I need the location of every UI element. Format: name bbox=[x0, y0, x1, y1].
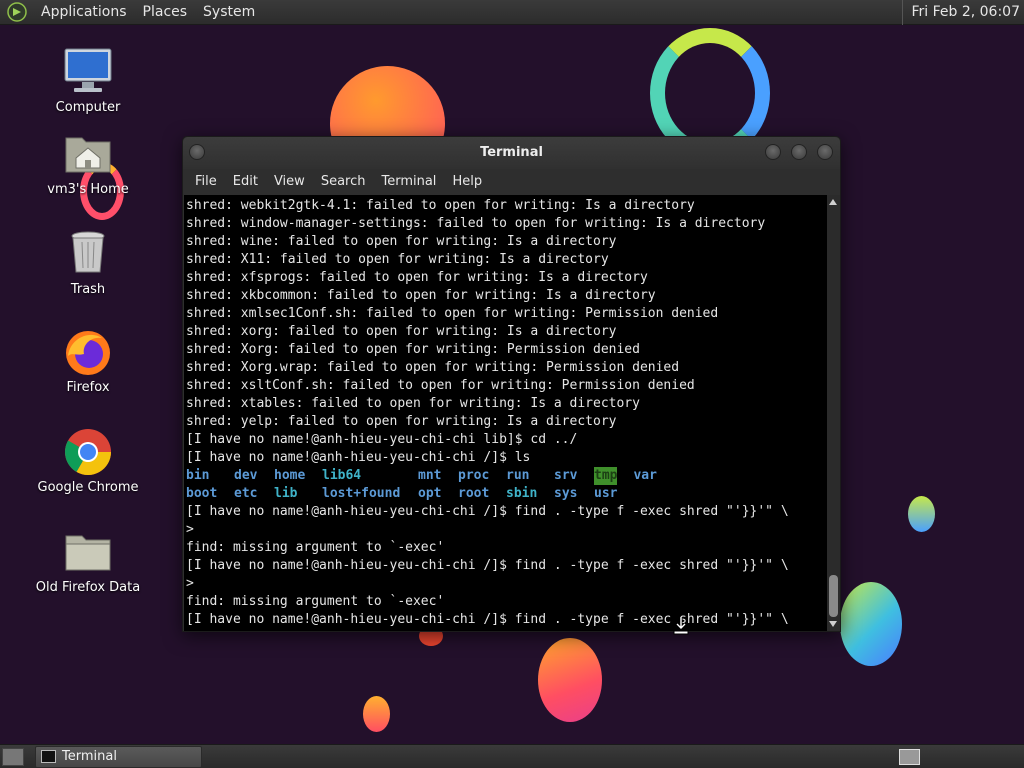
terminal-line: shred: xfsprogs: failed to open for writ… bbox=[186, 270, 648, 285]
terminal-line: shred: webkit2gtk-4.1: failed to open fo… bbox=[186, 198, 695, 213]
desktop-icon-firefox[interactable]: Firefox bbox=[33, 326, 143, 395]
firefox-icon bbox=[62, 326, 114, 378]
ls-entry: root bbox=[458, 486, 490, 501]
ls-entry: sbin bbox=[506, 486, 538, 501]
close-button[interactable] bbox=[817, 144, 833, 160]
ls-entry: dev bbox=[234, 468, 258, 483]
ls-output-row: boot etc lib lost+found opt root sbin sy… bbox=[186, 485, 827, 503]
wallpaper-pink-oval bbox=[538, 638, 602, 722]
home-folder-icon bbox=[62, 128, 114, 180]
ls-entry: boot bbox=[186, 486, 218, 501]
bottom-panel: Terminal bbox=[0, 744, 1024, 768]
ls-entry: proc bbox=[458, 468, 490, 483]
wallpaper-blue-dot bbox=[908, 496, 935, 532]
taskbar-terminal-button[interactable]: Terminal bbox=[35, 746, 202, 768]
places-menu[interactable]: Places bbox=[135, 0, 196, 25]
ls-entry: var bbox=[633, 468, 657, 483]
terminal-menubar: File Edit View Search Terminal Help bbox=[183, 169, 840, 195]
terminal-line: shred: yelp: failed to open for writing:… bbox=[186, 414, 617, 429]
ls-entry: srv bbox=[554, 468, 578, 483]
ls-entry: run bbox=[506, 468, 530, 483]
desktop-icon-label: vm3's Home bbox=[47, 182, 129, 197]
ls-entry: bin bbox=[186, 468, 210, 483]
terminal-line: [I have no name!@anh-hieu-yeu-chi-chi /]… bbox=[186, 504, 789, 519]
desktop-icon-trash[interactable]: Trash bbox=[33, 228, 143, 297]
ls-entry: sys bbox=[554, 486, 578, 501]
terminal-line: find: missing argument to `-exec' bbox=[186, 540, 445, 555]
ls-entry: opt bbox=[418, 486, 442, 501]
desktop-icon-label: Old Firefox Data bbox=[35, 580, 141, 595]
workspace-switcher[interactable] bbox=[899, 749, 920, 765]
scrollbar-thumb[interactable] bbox=[829, 575, 838, 617]
system-menu[interactable]: System bbox=[195, 0, 263, 25]
terminal-line: shred: Xorg.wrap: failed to open for wri… bbox=[186, 360, 680, 375]
desktop-icon-label: Google Chrome bbox=[37, 480, 139, 495]
desktop-icon-old-firefox-data[interactable]: Old Firefox Data bbox=[33, 526, 143, 595]
terminal-line: [I have no name!@anh-hieu-yeu-chi-chi li… bbox=[186, 432, 578, 447]
terminal-line: [I have no name!@anh-hieu-yeu-chi-chi /]… bbox=[186, 612, 789, 627]
ls-entry: home bbox=[274, 468, 306, 483]
desktop-icon-home[interactable]: vm3's Home bbox=[33, 128, 143, 197]
terminal-line: shred: xtables: failed to open for writi… bbox=[186, 396, 640, 411]
mate-logo-icon[interactable] bbox=[7, 2, 27, 22]
chrome-icon bbox=[62, 426, 114, 478]
wallpaper-small-oval bbox=[363, 696, 390, 732]
ls-entry: lib64 bbox=[322, 468, 362, 483]
menu-edit[interactable]: Edit bbox=[225, 169, 266, 195]
ls-entry: mnt bbox=[418, 468, 442, 483]
show-desktop-icon[interactable] bbox=[2, 748, 24, 766]
terminal-line: > bbox=[186, 576, 194, 591]
terminal-line: [I have no name!@anh-hieu-yeu-chi-chi /]… bbox=[186, 558, 789, 573]
terminal-line: find: missing argument to `-exec' bbox=[186, 594, 445, 609]
ls-output-row: bin dev home lib64 mnt proc run srv tmp … bbox=[186, 467, 827, 485]
terminal-icon bbox=[41, 750, 56, 763]
terminal-line: shred: xkbcommon: failed to open for wri… bbox=[186, 288, 656, 303]
terminal-line: shred: xmlsec1Conf.sh: failed to open fo… bbox=[186, 306, 719, 321]
terminal-line: [I have no name!@anh-hieu-yeu-chi-chi /]… bbox=[186, 450, 531, 465]
desktop-icon-chrome[interactable]: Google Chrome bbox=[33, 426, 143, 495]
menu-terminal[interactable]: Terminal bbox=[373, 169, 444, 195]
desktop-icon-label: Computer bbox=[55, 100, 121, 115]
terminal-titlebar[interactable]: Terminal bbox=[183, 137, 840, 169]
terminal-scrollbar[interactable] bbox=[827, 195, 840, 631]
window-title: Terminal bbox=[480, 145, 543, 160]
scroll-down-arrow-icon[interactable] bbox=[829, 621, 837, 627]
minimize-button[interactable] bbox=[765, 144, 781, 160]
menu-view[interactable]: View bbox=[266, 169, 313, 195]
ls-entry: lib bbox=[274, 486, 298, 501]
terminal-line: shred: Xorg: failed to open for writing:… bbox=[186, 342, 640, 357]
terminal-line: shred: wine: failed to open for writing:… bbox=[186, 234, 617, 249]
menu-search[interactable]: Search bbox=[313, 169, 374, 195]
scroll-up-arrow-icon[interactable] bbox=[829, 199, 837, 205]
folder-icon bbox=[62, 526, 114, 578]
ls-entry: usr bbox=[594, 486, 618, 501]
computer-icon bbox=[62, 46, 114, 98]
trash-icon bbox=[62, 228, 114, 280]
ls-entry: etc bbox=[234, 486, 258, 501]
maximize-button[interactable] bbox=[791, 144, 807, 160]
terminal-line: shred: xsltConf.sh: failed to open for w… bbox=[186, 378, 695, 393]
ls-entry: lost+found bbox=[322, 486, 401, 501]
desktop-icon-label: Firefox bbox=[66, 380, 110, 395]
menu-help[interactable]: Help bbox=[444, 169, 490, 195]
terminal-line: shred: xorg: failed to open for writing:… bbox=[186, 324, 617, 339]
ls-entry: tmp bbox=[594, 467, 618, 485]
clock[interactable]: Fri Feb 2, 06:07 bbox=[902, 0, 1020, 25]
top-panel: Applications Places System Fri Feb 2, 06… bbox=[0, 0, 1024, 25]
terminal-line: shred: window-manager-settings: failed t… bbox=[186, 216, 766, 231]
terminal-line: shred: X11: failed to open for writing: … bbox=[186, 252, 609, 267]
terminal-output[interactable]: shred: webkit2gtk-4.1: failed to open fo… bbox=[184, 195, 827, 631]
menu-file[interactable]: File bbox=[187, 169, 225, 195]
wallpaper-teal-oval bbox=[840, 582, 902, 666]
desktop-icon-computer[interactable]: Computer bbox=[33, 46, 143, 115]
terminal-line: > bbox=[186, 522, 194, 537]
taskbar-label: Terminal bbox=[62, 749, 117, 764]
terminal-window[interactable]: Terminal File Edit View Search Terminal … bbox=[182, 136, 841, 632]
applications-menu[interactable]: Applications bbox=[33, 0, 135, 25]
desktop-icon-label: Trash bbox=[70, 282, 106, 297]
text-cursor-icon bbox=[673, 617, 689, 635]
